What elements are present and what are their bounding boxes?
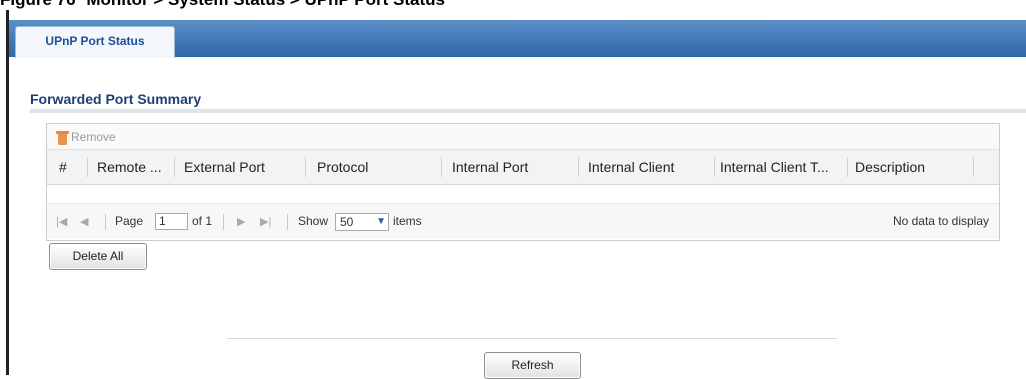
- page-count: of 1: [192, 214, 213, 228]
- show-label: Show: [298, 214, 329, 228]
- last-page-icon[interactable]: ▶|: [260, 215, 271, 228]
- column-header-protocol[interactable]: Protocol: [317, 150, 437, 184]
- column-divider: [578, 157, 579, 177]
- forwarded-port-table: Remove # Remote ... External Port Protoc…: [46, 123, 1000, 241]
- figure-path: Monitor > System Status > UPnP Port Stat…: [86, 0, 445, 9]
- tab-bar: UPnP Port Status: [9, 20, 1026, 58]
- first-page-icon[interactable]: |◀: [56, 215, 67, 228]
- remove-button[interactable]: Remove: [56, 127, 116, 147]
- next-page-icon[interactable]: ▶: [237, 215, 245, 228]
- figure-caption: Figure 76 Monitor > System Status > UPnP…: [0, 0, 600, 9]
- remove-label: Remove: [71, 130, 116, 144]
- figure-number: Figure 76: [0, 0, 76, 9]
- table-toolbar: Remove: [47, 124, 999, 150]
- previous-page-icon[interactable]: ◀: [80, 215, 88, 228]
- column-header-remote-host[interactable]: Remote ...: [97, 150, 171, 184]
- chevron-down-icon: ▼: [376, 216, 386, 227]
- pager-divider: [105, 214, 106, 230]
- pager-divider: [223, 214, 224, 230]
- column-header-description[interactable]: Description: [855, 150, 967, 184]
- footer-divider: [227, 338, 837, 339]
- table-body-empty: [47, 185, 999, 204]
- column-divider: [714, 157, 715, 177]
- column-divider: [174, 157, 175, 177]
- trash-icon: [56, 130, 69, 145]
- column-divider: [87, 157, 88, 177]
- section-title: Forwarded Port Summary: [30, 91, 202, 107]
- column-header-internal-client[interactable]: Internal Client: [588, 150, 712, 184]
- pagination-bar: |◀ ◀ Page 1 of 1 ▶ ▶| Show 50 ▼ items No…: [47, 204, 999, 239]
- column-header-internal-port[interactable]: Internal Port: [452, 150, 577, 184]
- page-number-input[interactable]: 1: [155, 213, 188, 230]
- items-label: items: [393, 214, 422, 228]
- column-divider: [441, 157, 442, 177]
- column-header-index[interactable]: #: [59, 150, 75, 184]
- tab-upnp-port-status[interactable]: UPnP Port Status: [15, 26, 175, 58]
- column-divider: [305, 157, 306, 177]
- page-label: Page: [115, 214, 144, 228]
- table-header: # Remote ... External Port Protocol Inte…: [47, 150, 999, 185]
- section-divider: [30, 109, 1026, 113]
- page-size-value: 50: [340, 215, 354, 229]
- main-panel: UPnP Port Status Forwarded Port Summary …: [6, 10, 1026, 379]
- column-divider: [847, 157, 848, 177]
- column-header-internal-client-type[interactable]: Internal Client T...: [720, 150, 845, 184]
- pager-divider: [287, 214, 288, 230]
- column-header-external-port[interactable]: External Port: [184, 150, 304, 184]
- empty-message: No data to display: [892, 214, 989, 228]
- page-size-select[interactable]: 50 ▼: [335, 213, 389, 231]
- column-divider: [973, 157, 974, 177]
- delete-all-button[interactable]: Delete All: [49, 243, 147, 270]
